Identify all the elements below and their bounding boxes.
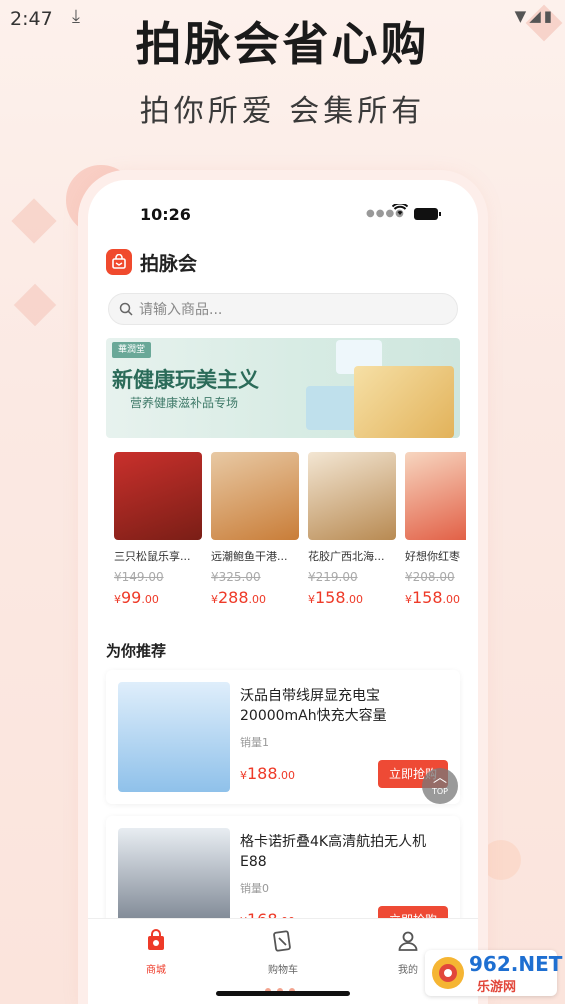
product-original-price: ¥149.00	[114, 570, 164, 584]
section-title-recommend: 为你推荐	[106, 642, 167, 660]
phone-frame: 10:26 ●●●● 拍脉会 请输入商品... 華潤堂 新健康玩美主义 营养健康…	[88, 180, 478, 1004]
app-header: 拍脉会	[106, 248, 197, 276]
product-price: ¥99.00	[114, 588, 159, 607]
product-title: 格卡诺折叠4K高清航拍无人机E88	[240, 834, 427, 870]
product-original-price: ¥208.00	[405, 570, 455, 584]
back-to-top-button[interactable]: ︿ TOP	[422, 768, 458, 804]
user-icon	[398, 931, 418, 951]
hot-product-card[interactable]: 好想你红枣 ¥208.00 ¥158.00	[405, 452, 466, 607]
back-to-top-label: TOP	[431, 787, 448, 796]
product-price: ¥188.00	[240, 764, 296, 783]
decor-diamond	[13, 283, 57, 327]
watermark-site: 乐游网	[477, 980, 517, 995]
chevron-up-icon: ︿	[433, 770, 447, 786]
watermark-brand: 962.NET	[469, 952, 563, 976]
product-image	[118, 682, 230, 792]
search-input[interactable]: 请输入商品...	[108, 293, 458, 325]
search-placeholder: 请输入商品...	[139, 302, 223, 318]
banner-subtitle: 营养健康滋补品专场	[130, 396, 239, 410]
hot-products-row: 三只松鼠乐享... ¥149.00 ¥99.00 远潮鲍鱼干港... ¥325.…	[114, 452, 466, 612]
decor-dot	[481, 840, 521, 880]
product-image	[308, 452, 396, 540]
product-image	[114, 452, 202, 540]
tab-cart[interactable]: 购物车	[243, 929, 323, 976]
product-price: ¥158.00	[405, 588, 461, 607]
decor-diamond	[11, 198, 57, 244]
tab-shop[interactable]: 商城	[116, 929, 196, 976]
app-logo-icon	[106, 249, 132, 275]
hot-product-card[interactable]: 花胶广西北海... ¥219.00 ¥158.00	[308, 452, 398, 607]
banner-title: 新健康玩美主义	[112, 367, 259, 392]
wifi-icon	[391, 202, 409, 220]
banner-brand-tag: 華潤堂	[112, 342, 152, 358]
product-title: 沃品自带线屏显充电宝20000mAh快充大容量	[240, 688, 387, 724]
app-name: 拍脉会	[140, 252, 198, 275]
promo-headline: 拍脉会省心购	[135, 17, 430, 71]
bottom-tab-bar: 商城 购物车 我的	[88, 918, 478, 1004]
tab-label: 商城	[146, 965, 166, 976]
phone-time: 10:26	[140, 205, 191, 224]
battery-icon	[414, 208, 441, 220]
site-watermark: 962.NET 乐游网	[425, 950, 562, 996]
product-original-price: ¥219.00	[308, 570, 358, 584]
shop-bag-icon	[148, 929, 164, 950]
product-image	[211, 452, 299, 540]
hot-product-card[interactable]: 远潮鲍鱼干港... ¥325.00 ¥288.00	[211, 452, 301, 607]
hot-product-card[interactable]: 三只松鼠乐享... ¥149.00 ¥99.00	[114, 452, 204, 607]
banner-product-image	[354, 366, 454, 438]
product-name: 花胶广西北海...	[308, 550, 385, 563]
tab-label: 购物车	[268, 965, 298, 976]
product-name: 好想你红枣	[405, 550, 460, 563]
product-sales: 销量1	[240, 736, 269, 749]
product-name: 三只松鼠乐享...	[114, 550, 191, 563]
watermark-logo-icon	[432, 957, 464, 989]
product-price: ¥288.00	[211, 588, 267, 607]
product-image	[405, 452, 466, 540]
phone-status-bar: 10:26 ●●●●	[88, 180, 478, 230]
cart-icon	[273, 930, 291, 952]
product-original-price: ¥325.00	[211, 570, 261, 584]
recommend-card[interactable]: 沃品自带线屏显充电宝20000mAh快充大容量 销量1 ¥188.00 立即抢购	[106, 670, 460, 804]
product-price: ¥158.00	[308, 588, 364, 607]
promo-banner[interactable]: 華潤堂 新健康玩美主义 营养健康滋补品专场	[106, 338, 460, 438]
search-icon	[119, 302, 133, 316]
product-name: 远潮鲍鱼干港...	[211, 550, 288, 563]
promo-subline: 拍你所爱 会集所有	[139, 94, 426, 129]
home-indicator	[216, 991, 350, 996]
product-sales: 销量0	[240, 882, 269, 895]
